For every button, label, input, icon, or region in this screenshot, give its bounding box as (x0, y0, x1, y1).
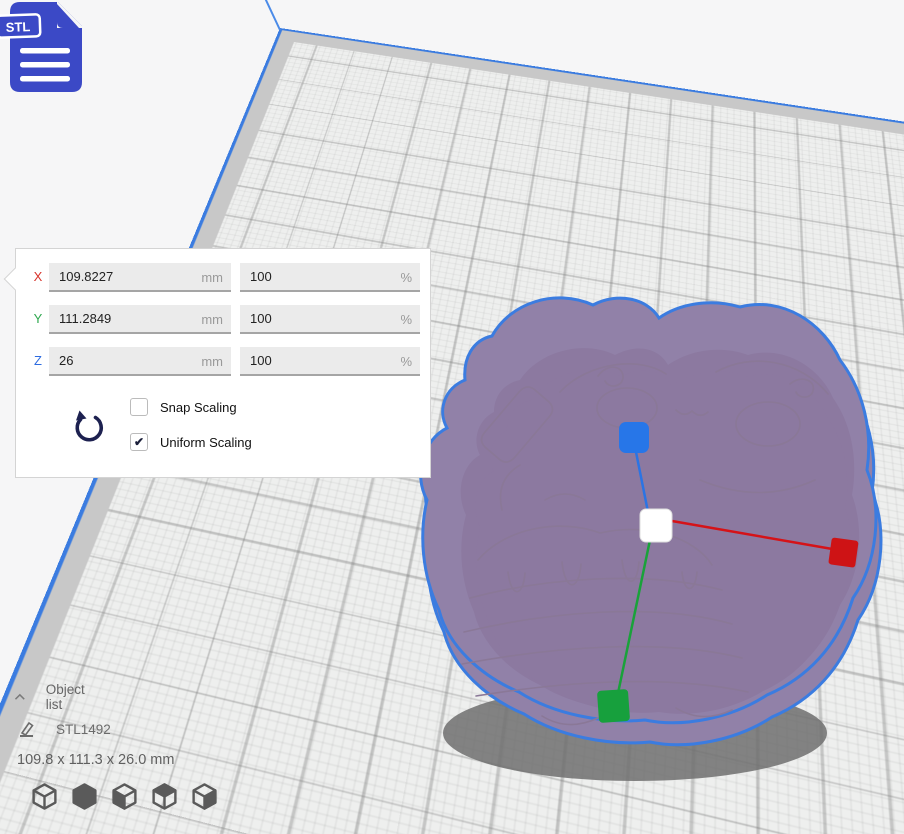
view-top-button[interactable] (150, 782, 179, 811)
model-dimensions-text: 109.8 x 111.3 x 26.0 mm (17, 752, 174, 768)
uniform-scaling-label: Uniform Scaling (160, 435, 252, 450)
x-axis-label: X (31, 269, 45, 284)
view-3d-button[interactable] (30, 782, 59, 811)
y-percent-input[interactable] (240, 305, 420, 332)
object-list-toggle[interactable]: Object list (14, 682, 89, 712)
object-list-item[interactable]: STL1492 (18, 720, 111, 738)
scale-tool-panel: X mm % Y mm % Z mm (15, 248, 431, 478)
view-3d-icon (30, 782, 59, 811)
svg-text:STL: STL (5, 19, 30, 35)
build-volume-edge (265, 0, 280, 30)
chevron-up-icon (14, 692, 26, 702)
view-front-icon (70, 782, 99, 811)
reset-icon (70, 408, 106, 444)
z-percent-input[interactable] (240, 347, 420, 374)
view-left-button[interactable] (110, 782, 139, 811)
view-right-icon (190, 782, 219, 811)
y-axis-label: Y (31, 311, 45, 326)
x-percent-input[interactable] (240, 263, 420, 290)
x-size-input[interactable] (49, 263, 231, 290)
z-size-input[interactable] (49, 347, 231, 374)
uniform-scaling-checkbox[interactable]: ✔ (130, 433, 148, 451)
snap-scaling-label: Snap Scaling (160, 400, 237, 415)
view-left-icon (110, 782, 139, 811)
snap-scaling-checkbox[interactable] (130, 398, 148, 416)
object-list-label: Object list (46, 682, 89, 712)
view-front-button[interactable] (70, 782, 99, 811)
view-right-button[interactable] (190, 782, 219, 811)
y-size-input[interactable] (49, 305, 231, 332)
pencil-icon (18, 720, 36, 738)
reset-scale-button[interactable] (68, 407, 108, 447)
center-scale-handle[interactable] (640, 509, 672, 542)
z-scale-handle[interactable] (619, 422, 649, 453)
view-top-icon (150, 782, 179, 811)
view-preset-toolbar (30, 782, 219, 811)
y-scale-handle[interactable] (597, 689, 630, 723)
stl-badge: STL (0, 14, 40, 37)
object-item-name: STL1492 (56, 722, 111, 737)
x-scale-handle[interactable] (828, 537, 858, 567)
stl-file-icon: STL (0, 0, 90, 100)
3d-viewport[interactable]: STL X mm % Y mm % (0, 0, 904, 834)
z-axis-label: Z (31, 353, 45, 368)
